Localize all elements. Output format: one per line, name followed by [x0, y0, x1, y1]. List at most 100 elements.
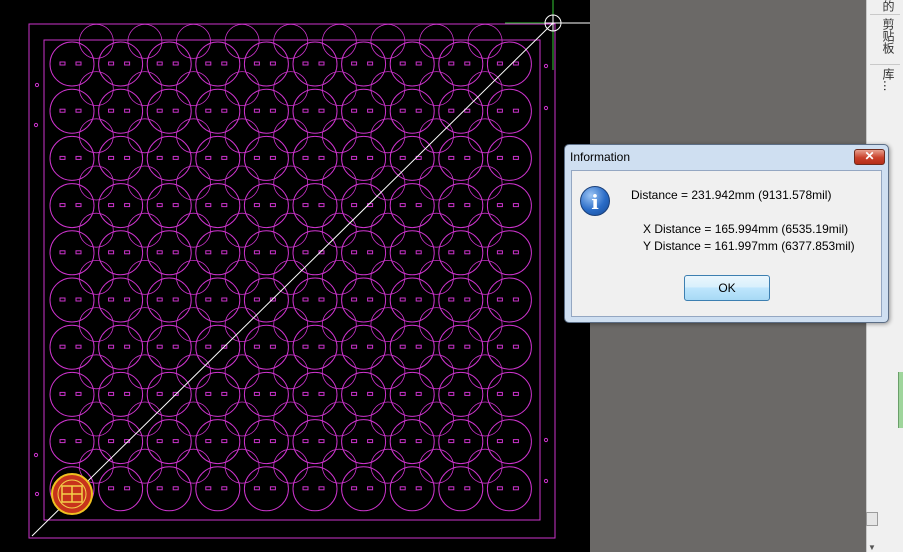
- component-pad: [399, 61, 406, 66]
- component-outline: [438, 466, 484, 512]
- component-pad: [318, 486, 325, 491]
- component-pad: [318, 391, 325, 396]
- component-pad: [75, 297, 82, 302]
- component-pad: [512, 391, 519, 396]
- component-outline: [195, 277, 241, 323]
- component-pad: [464, 250, 471, 255]
- component-outline: [341, 230, 387, 276]
- component-pad: [512, 486, 519, 491]
- component-pad: [75, 344, 82, 349]
- component-pad: [205, 486, 212, 491]
- component-pad: [253, 486, 260, 491]
- information-dialog: Information ✕ i Distance = 231.942mm (91…: [564, 144, 889, 323]
- component-pad: [351, 297, 358, 302]
- component-outline-secondary: [127, 401, 163, 437]
- component-pad: [156, 344, 163, 349]
- component-outline-secondary: [370, 24, 406, 59]
- component-outline: [146, 466, 192, 512]
- component-outline-secondary: [321, 24, 357, 59]
- component-outline-secondary: [127, 307, 163, 343]
- component-outline-secondary: [321, 71, 357, 106]
- mounting-mark: [33, 122, 39, 128]
- component-pad: [108, 439, 115, 444]
- component-outline-secondary: [273, 259, 309, 295]
- component-pad: [399, 155, 406, 160]
- component-pad: [399, 250, 406, 255]
- component-outline: [195, 419, 241, 465]
- component-outline: [98, 419, 144, 465]
- component-outline-secondary: [419, 354, 454, 390]
- component-outline-secondary: [467, 118, 503, 154]
- pcb-canvas[interactable]: [0, 0, 590, 552]
- scroll-down-arrow-icon[interactable]: ▼: [868, 543, 876, 552]
- component-outline: [243, 277, 289, 323]
- component-outline: [438, 324, 484, 370]
- component-pad: [124, 61, 131, 66]
- component-pad: [269, 439, 276, 444]
- component-outline: [292, 466, 338, 512]
- component-outline-secondary: [467, 448, 503, 484]
- component-pad: [75, 61, 82, 66]
- component-outline: [341, 88, 387, 134]
- component-outline-secondary: [78, 401, 114, 437]
- component-outline: [389, 371, 435, 417]
- component-outline: [389, 324, 435, 370]
- component-pad: [464, 439, 471, 444]
- component-pad: [221, 203, 228, 208]
- component-pad: [367, 439, 374, 444]
- component-pad: [399, 203, 406, 208]
- component-outline: [98, 371, 144, 417]
- component-outline-secondary: [127, 212, 163, 248]
- component-pad: [496, 344, 503, 349]
- component-pad: [75, 203, 82, 208]
- component-outline: [292, 230, 338, 276]
- component-outline: [486, 419, 532, 465]
- component-pad: [205, 108, 212, 113]
- component-outline-secondary: [176, 448, 211, 484]
- component-pad: [124, 486, 131, 491]
- component-pad: [302, 250, 309, 255]
- close-button[interactable]: ✕: [854, 149, 885, 165]
- component-outline-secondary: [273, 71, 309, 106]
- component-pad: [448, 203, 455, 208]
- component-outline-secondary: [176, 307, 211, 343]
- component-pad: [318, 439, 325, 444]
- component-outline: [195, 135, 241, 181]
- component-pad: [221, 297, 228, 302]
- component-outline-secondary: [224, 448, 260, 484]
- component-pad: [253, 61, 260, 66]
- side-tab-clipboard[interactable]: 剪贴板: [880, 18, 897, 54]
- component-outline-secondary: [273, 448, 309, 484]
- pcb-drawing[interactable]: [0, 0, 590, 552]
- component-outline: [341, 183, 387, 229]
- component-pad: [464, 297, 471, 302]
- component-outline-secondary: [127, 354, 163, 390]
- component-pad: [318, 155, 325, 160]
- component-pad: [415, 486, 422, 491]
- component-outline: [146, 324, 192, 370]
- scrollbar-thumb[interactable]: [866, 512, 878, 526]
- component-outline: [195, 41, 241, 87]
- component-pad: [269, 203, 276, 208]
- component-outline-secondary: [321, 212, 357, 248]
- component-pad: [415, 439, 422, 444]
- component-outline-secondary: [176, 354, 211, 390]
- component-outline-secondary: [370, 165, 406, 201]
- component-pad: [448, 61, 455, 66]
- component-outline: [389, 41, 435, 87]
- component-pad: [512, 61, 519, 66]
- component-pad: [302, 155, 309, 160]
- component-pad: [156, 203, 163, 208]
- component-outline: [98, 41, 144, 87]
- component-outline: [98, 88, 144, 134]
- component-pad: [253, 155, 260, 160]
- side-tab-library[interactable]: 库...: [880, 68, 897, 91]
- dialog-titlebar[interactable]: Information ✕: [565, 145, 888, 169]
- component-pad: [124, 297, 131, 302]
- component-outline-secondary: [370, 448, 406, 484]
- ok-button[interactable]: OK: [684, 275, 770, 301]
- component-outline: [146, 88, 192, 134]
- side-tab-1[interactable]: 的: [880, 0, 897, 12]
- component-pad: [302, 203, 309, 208]
- component-pad: [448, 391, 455, 396]
